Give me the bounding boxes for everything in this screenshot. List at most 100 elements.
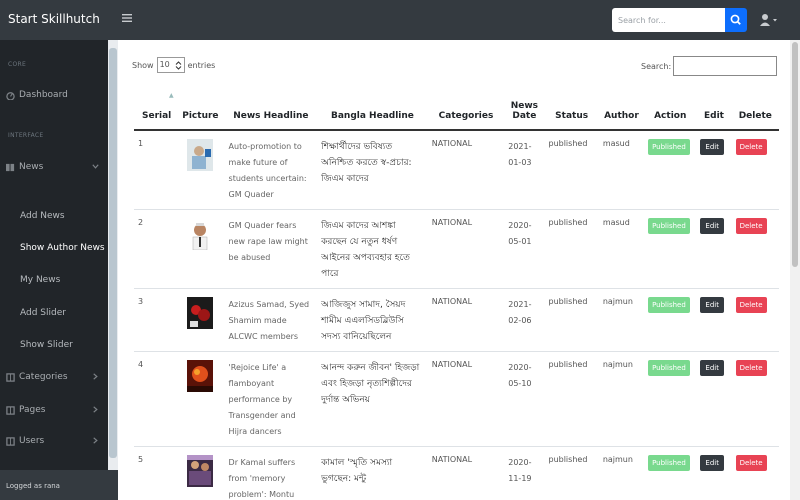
table-search-input[interactable] (673, 56, 777, 76)
search-button[interactable] (725, 8, 747, 32)
scrollbar-thumb[interactable] (109, 48, 117, 458)
column-header-author[interactable]: Author (598, 88, 645, 131)
sidebar-subitem-my-news[interactable]: My News (20, 272, 60, 288)
user-dropdown-button[interactable] (760, 13, 780, 27)
cell-edit: Edit (696, 129, 732, 210)
sidebar-subitem-show-author-news[interactable]: Show Author News (20, 240, 105, 256)
sidebar-item-categories[interactable]: Categories (6, 368, 106, 386)
column-header-action[interactable]: Action (644, 88, 697, 131)
column-header-picture[interactable]: Picture (176, 88, 225, 131)
column-header-bangla-headline[interactable]: Bangla Headline (317, 88, 428, 131)
cell-serial: 5 (134, 446, 177, 500)
column-header-status[interactable]: Status (544, 88, 599, 131)
cell-category: NATIONAL (427, 351, 505, 447)
search-input[interactable] (612, 8, 725, 32)
cell-status: published (544, 129, 599, 210)
cell-picture (176, 129, 225, 210)
cell-action: Published (644, 446, 697, 500)
cell-status: published (544, 288, 599, 352)
sidebar-item-dashboard[interactable]: Dashboard (6, 86, 106, 104)
column-header-categories[interactable]: Categories (427, 88, 505, 131)
edit-button[interactable]: Edit (700, 218, 724, 234)
edit-button[interactable]: Edit (700, 139, 724, 155)
table-row: 4 'Rejoice Life' a flamboyant performanc… (134, 351, 779, 447)
cell-bangla-headline: শিক্ষার্থীদের ভবিষ্যত অনিশ্চিত করতে স্ব-… (317, 129, 428, 210)
table-search-label: Search: (641, 62, 672, 71)
delete-button[interactable]: Delete (735, 139, 767, 155)
scrollbar-thumb[interactable] (792, 42, 798, 267)
cell-news-date: 2020-05-01 (504, 209, 545, 289)
news-thumbnail-image (187, 360, 214, 392)
cell-category: NATIONAL (427, 288, 505, 352)
sidebar-subitem-add-news[interactable]: Add News (20, 208, 65, 224)
sidebar-toggle-button[interactable] (122, 12, 132, 26)
cell-delete: Delete (731, 129, 779, 210)
sidebar: CORE Dashboard INTERFACE News Add News S… (0, 40, 108, 500)
user-icon (760, 14, 777, 26)
cell-status: published (544, 446, 599, 500)
entries-select[interactable]: 10 (156, 57, 185, 73)
cell-news-headline: Dr Kamal suffers from 'memory problem': … (224, 446, 318, 500)
sidebar-item-label: Pages (19, 405, 46, 415)
main-content: Show 10 entries Search: Serial ▲ Picture … (118, 40, 790, 500)
brand-title[interactable]: Start Skillhutch (8, 12, 100, 26)
sidebar-item-users[interactable]: Users (6, 432, 106, 450)
cell-edit: Edit (696, 288, 732, 352)
edit-button[interactable]: Edit (700, 297, 724, 313)
delete-button[interactable]: Delete (735, 218, 767, 234)
delete-button[interactable]: Delete (735, 455, 767, 471)
cell-picture (176, 288, 225, 352)
cell-action: Published (644, 288, 697, 352)
cell-news-headline: Auto-promotion to make future of student… (224, 129, 318, 210)
column-header-news-date[interactable]: News Date (504, 88, 545, 131)
published-button[interactable]: Published (648, 139, 690, 155)
news-thumbnail-image (187, 455, 214, 487)
sidebar-subitem-add-slider[interactable]: Add Slider (20, 305, 66, 321)
cell-category: NATIONAL (427, 129, 505, 210)
table-row: 5 Dr Kamal suffers from 'memory problem'… (134, 446, 779, 500)
edit-button[interactable]: Edit (700, 360, 724, 376)
cell-news-date: 2021-02-06 (504, 288, 545, 352)
published-button[interactable]: Published (648, 297, 690, 313)
column-header-edit[interactable]: Edit (696, 88, 732, 131)
sidebar-scrollbar[interactable] (108, 40, 118, 470)
published-button[interactable]: Published (648, 360, 690, 376)
sidebar-footer: Logged as rana (0, 470, 118, 500)
published-button[interactable]: Published (648, 218, 690, 234)
sidebar-item-label: Users (19, 436, 45, 446)
sidebar-item-news[interactable]: News (6, 158, 106, 176)
top-navbar: Start Skillhutch (0, 0, 800, 40)
page-scrollbar[interactable] (790, 40, 800, 500)
cell-status: published (544, 209, 599, 289)
cell-author: najmun (598, 288, 645, 352)
cell-delete: Delete (731, 209, 779, 289)
sidebar-subitem-show-slider[interactable]: Show Slider (20, 337, 73, 353)
published-button[interactable]: Published (648, 455, 690, 471)
column-header-delete[interactable]: Delete (731, 88, 779, 131)
sidebar-item-label: News (19, 162, 44, 172)
entries-label: entries (187, 60, 216, 70)
column-header-serial[interactable]: Serial ▲ (134, 88, 177, 131)
cell-bangla-headline: জিএম কাদের আশঙ্কা করছেন যে নতুন ধর্ষণ আই… (317, 209, 428, 289)
cell-status: published (544, 351, 599, 447)
edit-button[interactable]: Edit (700, 455, 724, 471)
delete-button[interactable]: Delete (735, 360, 767, 376)
news-thumbnail-image (187, 218, 214, 250)
column-header-news-headline[interactable]: News Headline (224, 88, 318, 131)
cell-picture (176, 209, 225, 289)
cell-news-headline: 'Rejoice Life' a flamboyant performance … (224, 351, 318, 447)
cell-delete: Delete (731, 288, 779, 352)
cell-delete: Delete (731, 351, 779, 447)
bars-icon (122, 14, 132, 22)
cell-category: NATIONAL (427, 446, 505, 500)
entries-select-value: 10 (159, 60, 170, 69)
book-icon (6, 436, 15, 446)
cell-bangla-headline: কামাল 'স্মৃতি সমস্যা ভুগছেন: মন্টু (317, 446, 428, 500)
show-label: Show (132, 60, 154, 70)
sidebar-heading-interface: INTERFACE (8, 132, 44, 139)
cell-category: NATIONAL (427, 209, 505, 289)
sidebar-item-pages[interactable]: Pages (6, 401, 106, 419)
chevron-down-icon (92, 164, 99, 169)
delete-button[interactable]: Delete (735, 297, 767, 313)
cell-news-date: 2020-11-19 (504, 446, 545, 500)
